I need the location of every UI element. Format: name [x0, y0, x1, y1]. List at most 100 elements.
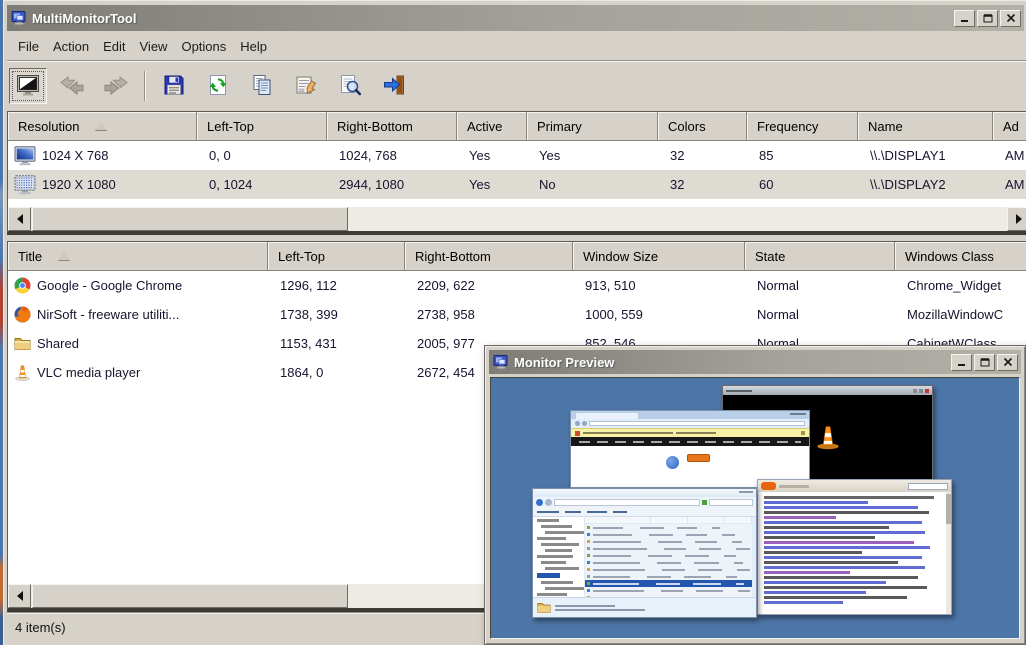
cell-colors: 32	[658, 141, 747, 170]
cell-frequency: 85	[747, 141, 858, 170]
column-headers: TitleLeft-TopRight-BottomWindow SizeStat…	[8, 242, 1026, 271]
menu-file[interactable]: File	[11, 36, 46, 57]
main-title-bar[interactable]: MultiMonitorTool	[7, 5, 1024, 31]
monitor-row[interactable]: 1024 X 7680, 01024, 768YesYes3285\\.\DIS…	[8, 141, 1026, 170]
cell-left_top: 1864, 0	[268, 358, 405, 387]
column-headers: ResolutionLeft-TopRight-BottomActivePrim…	[8, 112, 1026, 141]
menu-options[interactable]: Options	[174, 36, 233, 57]
maximize-button[interactable]	[977, 10, 998, 27]
preview-explorer-window	[532, 488, 757, 618]
cell-primary: No	[527, 170, 658, 199]
minimize-button[interactable]	[954, 10, 975, 27]
window-controls	[954, 10, 1024, 27]
cell-window_size: 913, 510	[573, 271, 745, 300]
monitors-hscrollbar[interactable]	[8, 207, 1026, 231]
properties-icon	[293, 73, 319, 100]
item-count: 4 item(s)	[15, 620, 66, 635]
toolbar	[7, 63, 1026, 109]
cell-name: \\.\DISPLAY2	[858, 170, 993, 199]
cell-left_top: 1738, 399	[268, 300, 405, 329]
column-header-colors[interactable]: Colors	[658, 112, 747, 141]
preview-chrome-window	[570, 410, 810, 488]
window-row[interactable]: Google - Google Chrome 1296, 1122209, 622…	[8, 271, 1026, 300]
cell-windows_class: Chrome_Widget	[895, 271, 1026, 300]
monitors-list: ResolutionLeft-TopRight-BottomActivePrim…	[7, 111, 1026, 235]
cell-title: Shared	[37, 336, 79, 351]
cell-adapter: AM	[993, 170, 1026, 199]
column-header-name[interactable]: Name	[858, 112, 993, 141]
cell-frequency: 60	[747, 170, 858, 199]
preview-firefox-window	[757, 479, 952, 615]
column-header-window-size[interactable]: Window Size	[573, 242, 745, 271]
column-header-active[interactable]: Active	[457, 112, 527, 141]
menu-toolbar-divider	[7, 60, 1026, 62]
cell-right_bottom: 1024, 768	[327, 141, 457, 170]
cell-active: Yes	[457, 141, 527, 170]
column-header-ad[interactable]: Ad	[993, 112, 1026, 141]
column-header-frequency[interactable]: Frequency	[747, 112, 858, 141]
maximize-button[interactable]	[974, 354, 995, 371]
column-header-right-bottom[interactable]: Right-Bottom	[327, 112, 457, 141]
monitor-preview-button[interactable]	[9, 68, 47, 104]
monitor-preview-window: Monitor Preview	[484, 345, 1026, 645]
cell-right_bottom: 2209, 622	[405, 271, 573, 300]
close-button[interactable]	[1000, 10, 1021, 27]
menu-action[interactable]: Action	[46, 36, 96, 57]
toolbar-separator	[144, 71, 146, 101]
menu-view[interactable]: View	[133, 36, 175, 57]
refresh-icon	[205, 73, 231, 100]
scroll-thumb[interactable]	[32, 207, 348, 231]
exit-button[interactable]	[375, 68, 413, 104]
cell-primary: Yes	[527, 141, 658, 170]
column-header-right-bottom[interactable]: Right-Bottom	[405, 242, 573, 271]
monitor-row[interactable]: 1920 X 10800, 10242944, 1080YesNo3260\\.…	[8, 170, 1026, 199]
vlc-icon	[14, 364, 31, 381]
firefox-icon	[14, 306, 31, 323]
close-button[interactable]	[997, 354, 1018, 371]
column-header-left-top[interactable]: Left-Top	[197, 112, 327, 141]
exit-icon	[381, 73, 407, 100]
menu-help[interactable]: Help	[233, 36, 274, 57]
find-button[interactable]	[331, 68, 369, 104]
scroll-thumb[interactable]	[32, 584, 348, 608]
refresh-button[interactable]	[199, 68, 237, 104]
scroll-right-button[interactable]	[1007, 207, 1026, 231]
cell-left_top: 1296, 112	[268, 271, 405, 300]
cell-name: \\.\DISPLAY1	[858, 141, 993, 170]
menu-edit[interactable]: Edit	[96, 36, 132, 57]
cell-left_top: 1153, 431	[268, 329, 405, 358]
monitor-preview-icon	[15, 73, 41, 100]
window-title: MultiMonitorTool	[32, 11, 136, 26]
cell-title: Google - Google Chrome	[37, 278, 182, 293]
move-window-to-next-monitor-button	[53, 68, 91, 104]
column-header-state[interactable]: State	[745, 242, 895, 271]
cell-right_bottom: 2738, 958	[405, 300, 573, 329]
minimize-button[interactable]	[951, 354, 972, 371]
menu-bar: FileActionEditViewOptionsHelp	[7, 34, 1024, 58]
scroll-left-button[interactable]	[8, 584, 31, 608]
copy-selected-items-button[interactable]	[243, 68, 281, 104]
properties-button[interactable]	[287, 68, 325, 104]
column-header-primary[interactable]: Primary	[527, 112, 658, 141]
save-selected-items-button[interactable]	[155, 68, 193, 104]
column-header-resolution[interactable]: Resolution	[8, 112, 197, 141]
window-row[interactable]: NirSoft - freeware utiliti...1738, 39927…	[8, 300, 1026, 329]
chrome-icon	[14, 277, 31, 294]
screen: MultiMonitorTool FileActionEditViewOptio…	[0, 0, 1026, 645]
cell-title: VLC media player	[37, 365, 140, 380]
cell-adapter: AM	[993, 141, 1026, 170]
app-icon	[493, 354, 509, 370]
copy-selected-items-icon	[249, 73, 275, 100]
scroll-left-button[interactable]	[8, 207, 31, 231]
column-header-windows-class[interactable]: Windows Class	[895, 242, 1026, 271]
column-header-title[interactable]: Title	[8, 242, 268, 271]
column-header-left-top[interactable]: Left-Top	[268, 242, 405, 271]
move-window-to-primary-monitor-button	[97, 68, 135, 104]
move-window-to-next-monitor-icon	[59, 73, 85, 100]
sort-ascending-icon	[58, 252, 70, 260]
preview-title-bar[interactable]: Monitor Preview	[489, 350, 1021, 374]
cell-windows_class: MozillaWindowC	[895, 300, 1026, 329]
folder-icon	[14, 336, 31, 351]
monitor-preview-content	[490, 377, 1020, 639]
preview-window-title: Monitor Preview	[514, 355, 614, 370]
